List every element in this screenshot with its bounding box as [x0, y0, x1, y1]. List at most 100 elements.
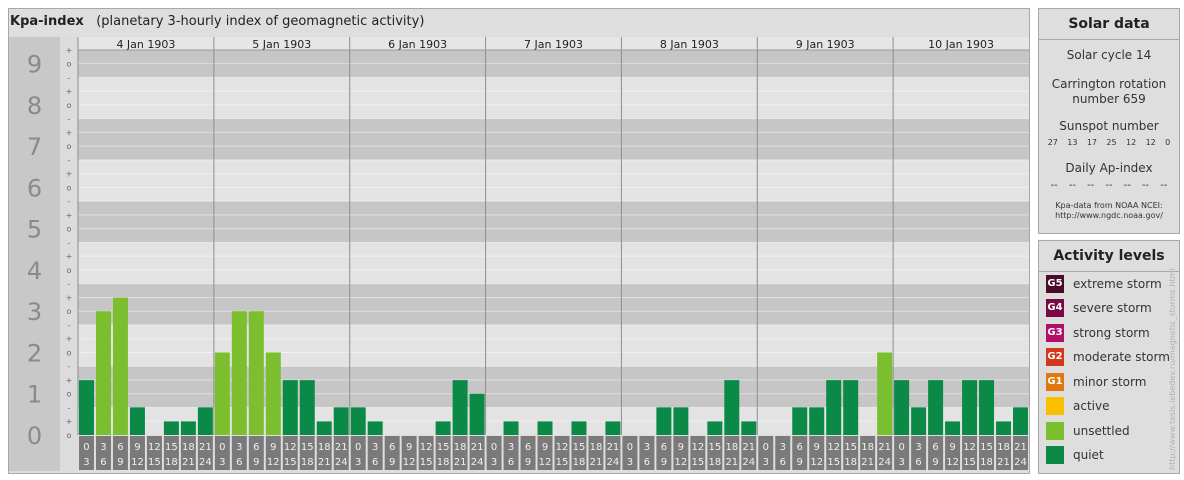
- kp-bar: [469, 393, 485, 435]
- interval-start-label: 18: [454, 442, 467, 453]
- interval-start-label: 15: [301, 442, 314, 453]
- sub-tick-label: o: [67, 431, 72, 440]
- sub-tick-label: o: [67, 60, 72, 69]
- kpa-chart: 0123456789o+-o+-o+-o+-o+-o+-o+-o+-o+-o+ 4…: [9, 37, 1029, 471]
- sunspot-value: 12: [1126, 138, 1137, 147]
- interval-start-label: 3: [508, 442, 514, 453]
- kp-bar: [996, 421, 1012, 435]
- interval-start-label: 6: [661, 442, 667, 453]
- legend-item-minor-storm: G1 minor storm: [1046, 373, 1146, 391]
- kp-bar: [656, 407, 672, 435]
- sub-tick-label: -: [68, 238, 71, 247]
- y-tick-label: 3: [27, 298, 42, 326]
- interval-end-label: 24: [742, 457, 755, 468]
- interval-start-label: 18: [182, 442, 195, 453]
- interval-start-label: 9: [270, 442, 276, 453]
- ap-value: --: [1050, 180, 1058, 191]
- interval-start-label: 15: [573, 442, 586, 453]
- interval-start-label: 21: [607, 442, 620, 453]
- interval-end-label: 6: [372, 457, 378, 468]
- kp-bar: [265, 352, 281, 435]
- kp-band: [78, 283, 1029, 325]
- kp-bar: [248, 311, 264, 435]
- interval-end-label: 15: [963, 457, 976, 468]
- sub-tick-label: +: [66, 128, 73, 137]
- kp-bar: [163, 421, 179, 435]
- interval-end-label: 12: [674, 457, 687, 468]
- sub-tick-label: o: [67, 266, 72, 275]
- sub-tick-label: -: [68, 362, 71, 371]
- ap-value: --: [1141, 180, 1150, 191]
- interval-end-label: 21: [318, 457, 331, 468]
- interval-end-label: 24: [471, 457, 484, 468]
- g2-badge: G2: [1046, 348, 1064, 366]
- ap-value: --: [1160, 180, 1168, 191]
- interval-end-label: 9: [797, 457, 803, 468]
- interval-end-label: 24: [607, 457, 620, 468]
- interval-start-label: 0: [627, 442, 633, 453]
- interval-end-label: 21: [182, 457, 195, 468]
- interval-end-label: 12: [267, 457, 280, 468]
- interval-end-label: 3: [898, 457, 904, 468]
- sub-tick-label: +: [66, 87, 73, 96]
- interval-end-label: 12: [810, 457, 823, 468]
- interval-end-label: 21: [590, 457, 603, 468]
- kp-bar: [826, 380, 842, 435]
- y-tick-label: 8: [27, 92, 42, 120]
- sunspot-number-title: Sunspot number: [1059, 119, 1159, 133]
- active-swatch: [1046, 397, 1064, 415]
- interval-end-label: 9: [932, 457, 938, 468]
- legend-item-severe-storm: G4 severe storm: [1046, 299, 1152, 317]
- interval-end-label: 15: [284, 457, 297, 468]
- interval-start-label: 0: [763, 442, 769, 453]
- sub-tick-label: +: [66, 335, 73, 344]
- y-tick-label: 9: [27, 51, 42, 79]
- interval-start-label: 12: [963, 442, 976, 453]
- kp-bar: [928, 380, 944, 435]
- kp-bar: [1013, 407, 1028, 435]
- sub-tick-label: +: [66, 211, 73, 220]
- kp-bar: [435, 421, 451, 435]
- kp-band: [78, 159, 1029, 202]
- interval-start-label: 18: [318, 442, 331, 453]
- sub-tick-label: +: [66, 417, 73, 426]
- source-note: Kpa-data from NOAA NCEI: http://www.ngdc…: [1039, 201, 1179, 221]
- kp-bar: [962, 380, 978, 435]
- kp-bar: [282, 380, 298, 435]
- legend-item-unsettled: unsettled: [1046, 422, 1130, 440]
- interval-start-label: 6: [932, 442, 938, 453]
- interval-end-label: 15: [827, 457, 840, 468]
- interval-end-label: 18: [844, 457, 857, 468]
- interval-end-label: 3: [627, 457, 633, 468]
- interval-start-label: 9: [406, 442, 412, 453]
- kp-bar: [979, 380, 995, 435]
- solar-data-panel: Solar data Solar cycle 14 Carrington rot…: [1038, 8, 1180, 234]
- interval-start-label: 18: [997, 442, 1010, 453]
- sub-tick-label: -: [68, 73, 71, 82]
- interval-end-label: 15: [691, 457, 704, 468]
- interval-start-label: 0: [491, 442, 497, 453]
- legend-label: strong storm: [1073, 326, 1150, 340]
- interval-end-label: 3: [83, 457, 89, 468]
- kp-bar: [707, 421, 723, 435]
- day-label: 10 Jan 1903: [928, 38, 994, 51]
- g4-badge: G4: [1046, 299, 1064, 317]
- sub-tick-label: o: [67, 142, 72, 151]
- kp-band: [78, 201, 1029, 243]
- interval-start-label: 12: [691, 442, 704, 453]
- interval-start-label: 12: [284, 442, 297, 453]
- interval-start-label: 12: [420, 442, 433, 453]
- activity-levels-panel: Activity levels G5 extreme storm G4 seve…: [1038, 240, 1180, 474]
- interval-end-label: 15: [148, 457, 161, 468]
- interval-start-label: 3: [236, 442, 242, 453]
- sub-tick-label: +: [66, 252, 73, 261]
- interval-end-label: 6: [508, 457, 514, 468]
- source-link[interactable]: http://www.ngdc.noaa.gov/: [1039, 211, 1179, 221]
- day-label: 6 Jan 1903: [388, 38, 447, 51]
- ap-value: --: [1123, 180, 1131, 191]
- y-tick-label: 4: [27, 257, 42, 285]
- kp-bar: [503, 421, 519, 435]
- interval-end-label: 9: [525, 457, 531, 468]
- sub-tick-label: +: [66, 376, 73, 385]
- interval-start-label: 15: [165, 442, 178, 453]
